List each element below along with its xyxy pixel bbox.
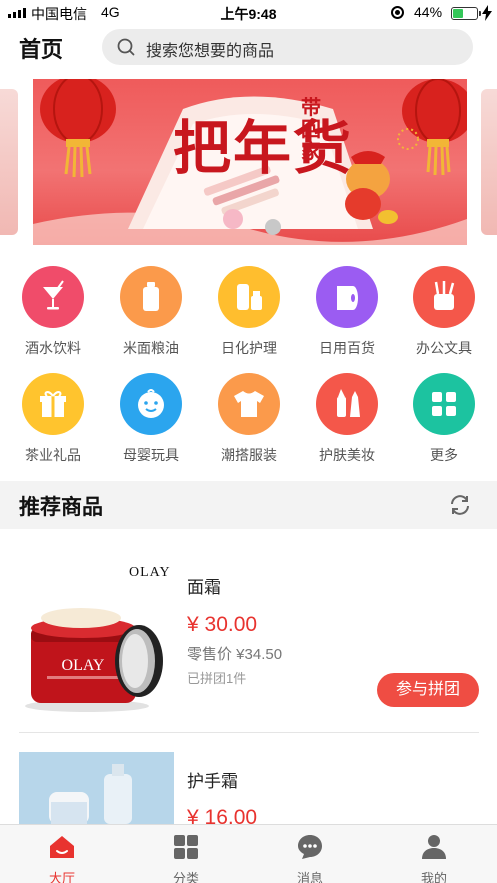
category-label: 潮搭服装 xyxy=(221,447,277,463)
product-image[interactable]: OLAY OLAY xyxy=(19,556,174,716)
battery-icon xyxy=(451,7,481,20)
promo-banner[interactable]: 把年货 带回家 xyxy=(33,79,467,245)
category-item[interactable]: 护肤美妆 xyxy=(307,373,387,465)
category-label: 母婴玩具 xyxy=(123,447,179,463)
category-label: 酒水饮料 xyxy=(25,340,81,356)
category-label: 办公文具 xyxy=(416,340,472,356)
makeup-icon xyxy=(316,373,378,435)
search-bar[interactable]: 搜索您想要的商品 xyxy=(102,29,473,65)
page-title: 首页 xyxy=(19,37,64,62)
category-item[interactable]: 潮搭服装 xyxy=(209,373,289,465)
product-name[interactable]: 护手霜 xyxy=(187,767,238,792)
charging-icon xyxy=(482,5,492,21)
baby-face-icon xyxy=(120,373,182,435)
banner-next-peek[interactable] xyxy=(481,89,497,235)
tab-hall[interactable]: 大厅 xyxy=(22,825,102,883)
home-screen: 中国电信 4G 上午9:48 44% 首页 搜索您想要的商品 把年货 带回家 酒… xyxy=(0,0,497,883)
category-item[interactable]: 茶业礼品 xyxy=(13,373,93,465)
tab-category[interactable]: 分类 xyxy=(146,825,226,883)
product-group-count: 已拼团1件 xyxy=(187,671,247,686)
orientation-lock-icon xyxy=(391,6,404,19)
category-label: 更多 xyxy=(430,447,458,463)
category-grid-icon xyxy=(174,835,198,859)
banner-prev-peek[interactable] xyxy=(0,89,18,235)
toiletries-icon xyxy=(218,266,280,328)
category-item[interactable]: 更多 xyxy=(404,373,484,465)
banner-slogan-side: 带回家 xyxy=(301,97,321,163)
product-retail-price: 零售价 ¥34.50 xyxy=(187,646,283,663)
pen-holder-icon xyxy=(413,266,475,328)
category-item[interactable]: 日化护理 xyxy=(209,266,289,358)
category-item[interactable]: 日用百货 xyxy=(307,266,387,358)
search-icon xyxy=(117,38,135,56)
refresh-icon[interactable] xyxy=(448,493,472,517)
tab-label: 大厅 xyxy=(48,871,75,883)
tab-label: 消息 xyxy=(296,871,323,883)
product-image[interactable] xyxy=(19,752,174,824)
bottle-icon xyxy=(120,266,182,328)
category-label: 日用百货 xyxy=(319,340,375,356)
category-label: 茶业礼品 xyxy=(25,447,81,463)
tissue-roll-icon xyxy=(316,266,378,328)
svg-text:OLAY: OLAY xyxy=(62,657,105,674)
cocktail-icon xyxy=(22,266,84,328)
home-icon xyxy=(50,836,74,858)
banner-slogan: 把年货 xyxy=(173,116,354,181)
join-group-button[interactable]: 参与拼团 xyxy=(377,673,479,707)
recommended-header: 推荐商品 xyxy=(0,481,497,529)
gift-icon xyxy=(22,373,84,435)
message-icon xyxy=(298,835,322,859)
category-label: 米面粮油 xyxy=(123,340,179,356)
tab-messages[interactable]: 消息 xyxy=(270,825,350,883)
grid-icon xyxy=(413,373,475,435)
olay-logo: OLAY xyxy=(129,565,171,580)
tab-label: 我的 xyxy=(420,871,447,883)
user-icon xyxy=(422,835,446,859)
tshirt-icon xyxy=(218,373,280,435)
search-placeholder: 搜索您想要的商品 xyxy=(146,43,275,60)
battery-percent: 44% xyxy=(414,4,443,20)
status-bar: 中国电信 4G 上午9:48 44% xyxy=(0,0,497,26)
section-title: 推荐商品 xyxy=(19,496,103,519)
tab-profile[interactable]: 我的 xyxy=(394,825,474,883)
category-item[interactable]: 米面粮油 xyxy=(111,266,191,358)
category-item[interactable]: 酒水饮料 xyxy=(13,266,93,358)
category-item[interactable]: 母婴玩具 xyxy=(111,373,191,465)
category-item[interactable]: 办公文具 xyxy=(404,266,484,358)
category-label: 日化护理 xyxy=(221,340,277,356)
tab-bar: 大厅 分类 消息 我的 xyxy=(0,824,497,883)
tab-label: 分类 xyxy=(172,871,199,883)
product-name[interactable]: 面霜 xyxy=(187,573,221,598)
category-label: 护肤美妆 xyxy=(319,447,375,463)
divider xyxy=(19,732,479,733)
product-price: ¥ 30.00 xyxy=(187,613,258,636)
